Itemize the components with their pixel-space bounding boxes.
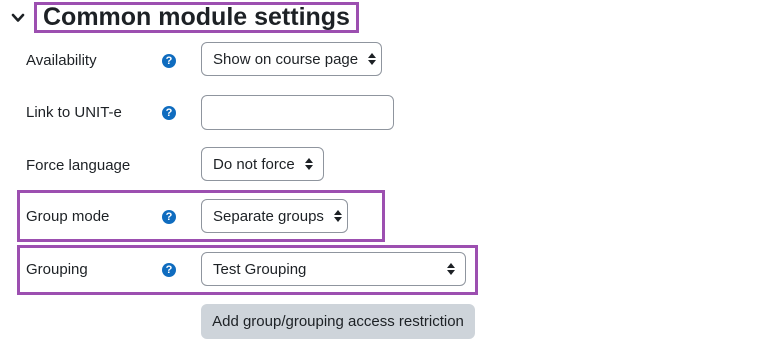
force-language-label: Force language (26, 157, 131, 174)
availability-select-value: Show on course page (213, 50, 359, 68)
grouping-select-value: Test Grouping (213, 260, 307, 278)
select-arrows-icon (368, 52, 377, 66)
group-mode-label: Group mode (26, 208, 110, 225)
grouping-select[interactable]: Test Grouping (201, 252, 466, 286)
question-circle-icon[interactable]: ? (162, 106, 176, 120)
add-group-access-restriction-button[interactable]: Add group/grouping access restriction (201, 304, 475, 339)
select-arrows-icon (447, 262, 455, 276)
group-mode-select[interactable]: Separate groups (201, 199, 348, 233)
force-language-select[interactable]: Do not force (201, 147, 324, 181)
grouping-label: Grouping (26, 261, 88, 278)
link-unit-e-input[interactable] (201, 95, 394, 130)
question-circle-icon[interactable]: ? (162, 263, 176, 277)
availability-select[interactable]: Show on course page (201, 42, 382, 76)
common-module-settings-panel: Common module settings Availability ? Sh… (0, 0, 768, 347)
chevron-down-icon[interactable] (10, 10, 26, 26)
question-circle-icon[interactable]: ? (162, 54, 176, 68)
section-title[interactable]: Common module settings (34, 2, 359, 33)
select-arrows-icon (333, 209, 342, 223)
select-arrows-icon (305, 157, 313, 171)
link-unit-e-label: Link to UNIT-e (26, 104, 122, 121)
force-language-select-value: Do not force (213, 155, 295, 173)
group-mode-select-value: Separate groups (213, 207, 324, 225)
availability-label: Availability (26, 52, 97, 69)
question-circle-icon[interactable]: ? (162, 210, 176, 224)
